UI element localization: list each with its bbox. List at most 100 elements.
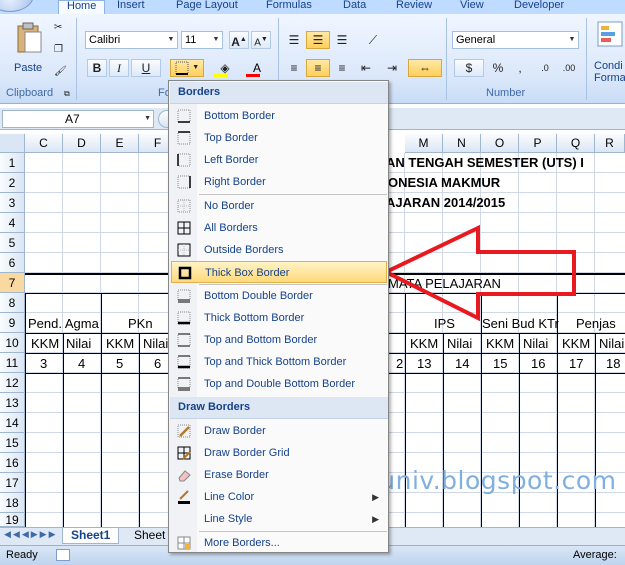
menu-item-top-double-bottom-border[interactable]: Top and Double Bottom Border [171, 373, 387, 395]
copy-icon[interactable]: ❐ [54, 44, 63, 55]
menu-item-top-thick-bottom-border[interactable]: Top and Thick Bottom Border [171, 351, 387, 373]
borders-button[interactable]: ▼ [170, 59, 204, 77]
tab-page-layout[interactable]: Page Layout [176, 0, 238, 14]
column-header-q[interactable]: Q [557, 134, 595, 153]
row-header-13[interactable]: 13 [0, 393, 25, 413]
column-header-p[interactable]: P [519, 134, 557, 153]
row-header-14[interactable]: 14 [0, 413, 25, 433]
menu-item-top-bottom-border[interactable]: Top and Bottom Border [171, 329, 387, 351]
chevron-down-icon[interactable]: ▼ [144, 111, 151, 127]
row-header-9[interactable]: 9 [0, 313, 25, 333]
row-header-19[interactable]: 19 [0, 513, 25, 527]
row-header-7[interactable]: 7 [0, 273, 25, 293]
menu-item-top-border[interactable]: Top Border [171, 127, 387, 149]
cut-icon[interactable]: ✂ [54, 22, 62, 33]
italic-button[interactable]: I [109, 59, 129, 77]
menu-item-line-color[interactable]: Line Color ▶ [171, 486, 387, 508]
sheet-tab-sheet2[interactable]: Sheet [126, 528, 173, 544]
row-header-3[interactable]: 3 [0, 193, 25, 213]
menu-item-thick-bottom-border[interactable]: Thick Bottom Border [171, 307, 387, 329]
grow-font-button[interactable]: A▲ [229, 31, 249, 49]
font-name-combo[interactable]: Calibri ▼ [85, 31, 178, 49]
menu-item-line-style[interactable]: Line Style ▶ [171, 508, 387, 530]
column-header-o[interactable]: O [481, 134, 519, 153]
menu-item-bottom-border[interactable]: Bottom Border [171, 105, 387, 127]
row-header-10[interactable]: 10 [0, 333, 25, 353]
row-header-4[interactable]: 4 [0, 213, 25, 233]
decrease-indent-icon: ⇤ [360, 61, 372, 75]
row-header-6[interactable]: 6 [0, 253, 25, 273]
row-header-11[interactable]: 11 [0, 353, 25, 373]
font-size-combo[interactable]: 11 ▼ [181, 31, 223, 49]
menu-item-erase-border[interactable]: Erase Border [171, 464, 387, 486]
increase-decimal-button[interactable]: .0 [534, 59, 556, 77]
column-header-r[interactable]: R [595, 134, 625, 153]
tab-insert[interactable]: Insert [117, 0, 145, 14]
menu-item-left-border[interactable]: Left Border [171, 149, 387, 171]
tab-developer[interactable]: Developer [514, 0, 564, 14]
decrease-decimal-button[interactable]: .00 [558, 59, 580, 77]
font-color-button[interactable]: A [242, 59, 272, 77]
row-header-1[interactable]: 1 [0, 153, 25, 173]
sheet-nav-icon[interactable]: ◀◀◀▶▶▶ [4, 529, 58, 540]
row-header-16[interactable]: 16 [0, 453, 25, 473]
macro-record-icon[interactable] [56, 549, 70, 561]
menu-item-thick-box-border[interactable]: Thick Box Border [171, 261, 387, 283]
align-left-button[interactable]: ≡ [284, 59, 304, 77]
column-header-n[interactable]: N [443, 134, 481, 153]
select-all-corner[interactable] [0, 134, 25, 153]
tab-review[interactable]: Review [396, 0, 432, 14]
underline-button[interactable]: U [131, 59, 161, 77]
orientation-button[interactable]: ⟋ [358, 31, 388, 49]
merge-center-button[interactable]: ⇔ [408, 59, 442, 77]
menu-item-all-borders[interactable]: All Borders [171, 217, 387, 239]
menu-item-no-border[interactable]: No Border [171, 195, 387, 217]
paste-button[interactable]: Paste [10, 20, 48, 80]
decrease-indent-button[interactable]: ⇤ [354, 59, 378, 77]
name-box[interactable]: A7 ▼ [2, 110, 154, 128]
office-button[interactable] [0, 0, 34, 12]
row-header-12[interactable]: 12 [0, 373, 25, 393]
row-header-15[interactable]: 15 [0, 433, 25, 453]
tab-data[interactable]: Data [343, 0, 366, 14]
row-header-5[interactable]: 5 [0, 233, 25, 253]
accounting-format-button[interactable]: $ [454, 59, 484, 77]
chevron-down-icon[interactable]: ▼ [192, 64, 199, 71]
align-right-button[interactable]: ≡ [332, 59, 352, 77]
shrink-font-button[interactable]: A▼ [251, 31, 271, 49]
column-header-d[interactable]: D [63, 134, 101, 153]
row-header-2[interactable]: 2 [0, 173, 25, 193]
chevron-down-icon[interactable]: ▼ [165, 32, 177, 48]
comma-style-button[interactable]: , [510, 59, 530, 77]
chevron-down-icon[interactable]: ▼ [210, 32, 222, 48]
align-top-button[interactable]: ☰ [284, 31, 304, 49]
align-bottom-button[interactable]: ☰ [332, 31, 352, 49]
format-painter-icon[interactable]: 🖌 [54, 66, 67, 77]
column-header-m[interactable]: M [405, 134, 443, 153]
tab-view[interactable]: View [460, 0, 484, 14]
menu-item-draw-border[interactable]: Draw Border [171, 420, 387, 442]
sheet-tab-sheet1[interactable]: Sheet1 [62, 528, 120, 544]
chevron-down-icon[interactable]: ▼ [566, 32, 578, 48]
bold-button[interactable]: B [87, 59, 107, 77]
row-header-18[interactable]: 18 [0, 493, 25, 513]
row-header-17[interactable]: 17 [0, 473, 25, 493]
row-header-8[interactable]: 8 [0, 293, 25, 313]
percent-button[interactable]: % [488, 59, 508, 77]
tab-home[interactable]: Home [58, 0, 106, 15]
menu-item-outside-borders[interactable]: Outside Borders [171, 239, 387, 261]
number-format-combo[interactable]: General ▼ [452, 31, 579, 49]
fill-color-button[interactable]: ◈ [210, 59, 240, 77]
conditional-formatting-button[interactable]: Condi Forma [594, 18, 625, 88]
column-header-c[interactable]: C [25, 134, 63, 153]
tab-formulas[interactable]: Formulas [266, 0, 312, 14]
increase-indent-button[interactable]: ⇥ [380, 59, 404, 77]
menu-item-bottom-double-border[interactable]: Bottom Double Border [171, 285, 387, 307]
menu-item-right-border[interactable]: Right Border [171, 171, 387, 193]
menu-item-more-borders[interactable]: More Borders... [171, 532, 387, 554]
align-middle-button[interactable]: ☰ [306, 31, 330, 49]
menu-item-draw-border-grid[interactable]: Draw Border Grid [171, 442, 387, 464]
dialog-launcher-icon[interactable]: ⧉ [64, 89, 70, 99]
align-center-button[interactable]: ≡ [306, 59, 330, 77]
column-header-e[interactable]: E [101, 134, 139, 153]
